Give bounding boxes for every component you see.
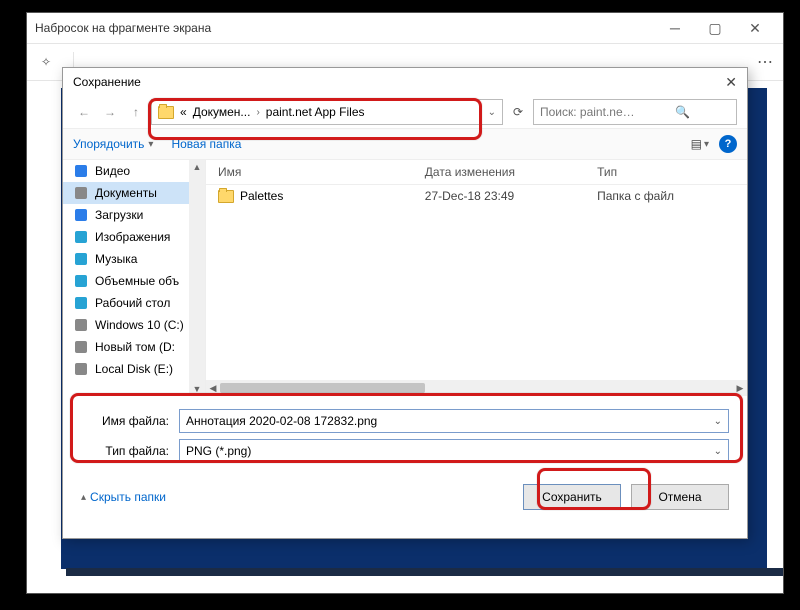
organize-menu[interactable]: Упорядочить▾ xyxy=(73,137,153,151)
filetype-select[interactable]: PNG (*.png) ⌄ xyxy=(179,439,729,463)
dialog-navrow: ← → ↑ « Докумен... › paint.net App Files… xyxy=(63,96,747,128)
sidebar-item[interactable]: Музыка xyxy=(63,248,205,270)
search-input[interactable]: Поиск: paint.net App Files 🔍 xyxy=(533,99,737,125)
close-button[interactable]: ✕ xyxy=(735,13,775,43)
minimize-button[interactable]: ─ xyxy=(655,13,695,43)
up-button[interactable]: ↑ xyxy=(125,101,147,123)
new-snip-icon[interactable]: ✧ xyxy=(35,51,57,73)
col-name[interactable]: Имя xyxy=(218,165,425,179)
dialog-close-icon[interactable]: ✕ xyxy=(725,74,737,91)
path-seg-2[interactable]: paint.net App Files xyxy=(266,105,365,119)
path-seg-1[interactable]: Докумен... xyxy=(193,105,251,119)
address-bar[interactable]: « Докумен... › paint.net App Files ⌄ xyxy=(151,99,503,125)
chevron-down-icon[interactable]: ⌄ xyxy=(488,107,496,118)
sidebar-item[interactable]: Объемные объ xyxy=(63,270,205,292)
cancel-button[interactable]: Отмена xyxy=(631,484,729,510)
dialog-titlebar: Сохранение ✕ xyxy=(63,68,747,96)
sidebar-item[interactable]: Документы xyxy=(63,182,205,204)
back-button[interactable]: ← xyxy=(73,101,95,123)
parent-titlebar: Набросок на фрагменте экрана ─ ▢ ✕ xyxy=(27,13,783,44)
chevron-down-icon[interactable]: ⌄ xyxy=(714,416,722,427)
path-prefix: « xyxy=(180,105,187,119)
sidebar-item[interactable]: Изображения xyxy=(63,226,205,248)
refresh-button[interactable]: ⟳ xyxy=(507,101,529,123)
save-fields: Имя файла: Аннотация 2020-02-08 172832.p… xyxy=(63,396,747,474)
search-placeholder: Поиск: paint.net App Files xyxy=(540,105,635,119)
nav-sidebar: ВидеоДокументыЗагрузкиИзображенияМузыкаО… xyxy=(63,160,205,396)
sidebar-item[interactable]: Видео xyxy=(63,160,205,182)
maximize-button[interactable]: ▢ xyxy=(695,13,735,43)
file-row[interactable]: Palettes27-Dec-18 23:49Папка с файл xyxy=(206,185,747,207)
dialog-toolbar: Упорядочить▾ Новая папка ▤ ▾ ? xyxy=(63,128,747,160)
sidebar-item[interactable]: Windows 10 (C:) xyxy=(63,314,205,336)
sidebar-scrollbar[interactable]: ▲▼ xyxy=(189,160,205,396)
file-list-hscroll[interactable]: ◀▶ xyxy=(206,380,747,396)
chevron-down-icon[interactable]: ⌄ xyxy=(714,446,722,457)
search-icon: 🔍 xyxy=(635,104,730,120)
more-icon[interactable]: ⋯ xyxy=(757,52,775,72)
filename-input[interactable]: Аннотация 2020-02-08 172832.png ⌄ xyxy=(179,409,729,433)
col-modified[interactable]: Дата изменения xyxy=(425,165,597,179)
filename-label: Имя файла: xyxy=(81,414,179,428)
forward-button[interactable]: → xyxy=(99,101,121,123)
desktop-taskbar xyxy=(66,568,783,576)
chevron-right-icon[interactable]: › xyxy=(256,107,259,118)
save-dialog: Сохранение ✕ ← → ↑ « Докумен... › paint.… xyxy=(62,67,748,539)
filetype-label: Тип файла: xyxy=(81,444,179,458)
parent-title: Набросок на фрагменте экрана xyxy=(35,21,655,35)
file-list: Имя Дата изменения Тип Palettes27-Dec-18… xyxy=(205,160,747,396)
sidebar-item[interactable]: Рабочий стол xyxy=(63,292,205,314)
sidebar-item[interactable]: Загрузки xyxy=(63,204,205,226)
dialog-title: Сохранение xyxy=(73,75,141,89)
dialog-footer: ▴Скрыть папки Сохранить Отмена xyxy=(63,474,747,510)
view-options-button[interactable]: ▤ ▾ xyxy=(691,137,709,151)
col-type[interactable]: Тип xyxy=(597,165,735,179)
file-list-header[interactable]: Имя Дата изменения Тип xyxy=(206,160,747,185)
sidebar-item[interactable]: Новый том (D: xyxy=(63,336,205,358)
help-icon[interactable]: ? xyxy=(719,135,737,153)
hide-folders-link[interactable]: ▴Скрыть папки xyxy=(81,490,166,504)
save-button[interactable]: Сохранить xyxy=(523,484,621,510)
sidebar-item[interactable]: Local Disk (E:) xyxy=(63,358,205,380)
new-folder-button[interactable]: Новая папка xyxy=(171,137,241,151)
